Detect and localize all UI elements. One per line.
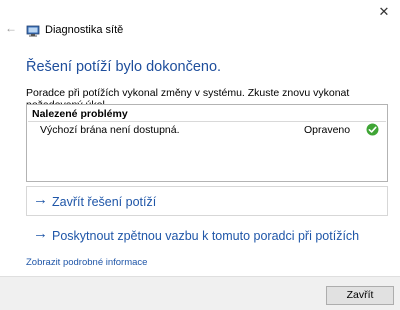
title-bar: ← Diagnostika sítě ✕ — [0, 0, 400, 37]
close-troubleshooter-link[interactable]: → Zavřít řešení potíží — [26, 186, 388, 216]
window-title: Diagnostika sítě — [45, 24, 124, 36]
feedback-link[interactable]: → Poskytnout zpětnou vazbu k tomuto pora… — [26, 220, 388, 250]
close-button[interactable]: Zavřít — [326, 286, 394, 305]
problems-header: Nalezené problémy — [32, 108, 128, 120]
page-title: Řešení potíží bylo dokončeno. — [26, 59, 222, 75]
green-check-icon — [366, 123, 379, 136]
arrow-right-icon: → — [33, 225, 48, 242]
problem-name: Výchozí brána není dostupná. — [40, 124, 180, 136]
close-icon[interactable]: ✕ — [374, 4, 394, 20]
feedback-label: Poskytnout zpětnou vazbu k tomuto poradc… — [52, 229, 360, 243]
arrow-right-icon: → — [33, 191, 48, 208]
problem-status: Opraveno — [304, 124, 351, 136]
view-details-link[interactable]: Zobrazit podrobné informace — [26, 257, 147, 268]
network-diagnostics-icon — [26, 25, 40, 37]
troubleshooter-window: ← Diagnostika sítě ✕ Řešení potíží bylo … — [0, 0, 400, 310]
back-arrow-icon[interactable]: ← — [4, 21, 18, 35]
found-problems-panel: Nalezené problémy Výchozí brána není dos… — [26, 104, 388, 182]
footer-bar: Zavřít — [0, 276, 400, 310]
problems-divider — [28, 121, 386, 122]
close-troubleshooter-label: Zavřít řešení potíží — [52, 195, 157, 209]
